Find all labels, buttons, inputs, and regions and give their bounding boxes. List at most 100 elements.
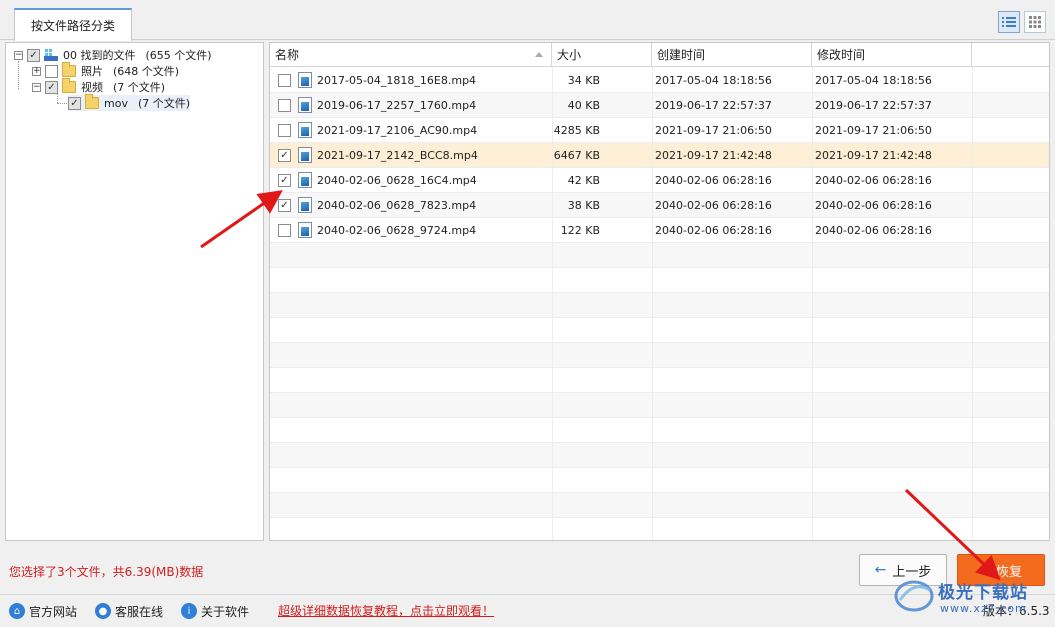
cell-size: 42 KB [567,174,600,187]
tree-label-videos: 视频 [81,81,103,94]
cell-name: 2019-06-17_2257_1760.mp4 [317,99,477,112]
cell-modified: 2021-09-17 21:06:50 [815,124,932,137]
column-size[interactable]: 大小 [552,43,652,67]
tree-item-mov[interactable]: ✓ mov (7 个文件) [68,94,191,111]
table-row[interactable]: 2040-02-06_0628_9724.mp4 122 KB 2040-02-06… [270,218,1049,243]
tree-count-root: (655 个文件) [145,49,212,62]
folder-tree: − ✓ 00 找到的文件 (655 个文件) + 照片 (648 个文件) − … [5,42,264,541]
column-divider [652,67,653,540]
cell-created: 2021-09-17 21:06:50 [655,124,772,137]
column-name-label: 名称 [275,48,300,62]
row-checkbox[interactable]: ✓ [278,174,291,187]
about-software-label: 关于软件 [201,604,250,619]
empty-row [270,418,1049,443]
empty-row [270,318,1049,343]
list-view-icon [1002,17,1016,27]
column-modified-label: 修改时间 [817,48,866,62]
tab-label: 按文件路径分类 [30,19,115,33]
tree-checkbox-photos[interactable] [45,64,58,78]
column-name[interactable]: 名称 [270,43,552,67]
row-checkbox[interactable]: ✓ [278,149,291,162]
about-software-link[interactable]: i 关于软件 [181,601,249,621]
chat-icon: ● [95,603,111,619]
tree-checkbox-root[interactable]: ✓ [27,48,40,62]
column-created[interactable]: 创建时间 [652,43,812,67]
list-view-button[interactable] [998,11,1020,33]
row-checkbox[interactable]: ✓ [278,199,291,212]
row-checkbox[interactable] [278,99,291,112]
empty-row [270,443,1049,468]
home-icon: ⌂ [9,603,25,619]
table-row[interactable]: ✓ 2040-02-06_0628_16C4.mp4 42 KB 2040-02-06… [270,168,1049,193]
expand-icon[interactable]: + [32,66,41,76]
tree-checkbox-videos[interactable]: ✓ [45,80,58,94]
tab-by-path[interactable]: 按文件路径分类 [14,8,132,41]
cell-size: 40 KB [567,99,600,112]
cell-name: 2017-05-04_1818_16E8.mp4 [317,74,477,87]
row-checkbox[interactable] [278,224,291,237]
column-divider [552,67,553,540]
cell-modified: 2040-02-06 06:28:16 [815,224,932,237]
table-row[interactable]: 2017-05-04_1818_16E8.mp4 34 KB 2017-05-04 … [270,68,1049,93]
cell-size: 122 KB [560,224,600,237]
empty-row [270,518,1049,540]
customer-service-link[interactable]: ● 客服在线 [95,601,163,621]
cell-modified: 2021-09-17 21:42:48 [815,149,932,162]
table-row[interactable]: 2019-06-17_2257_1760.mp4 40 KB 2019-06-17 … [270,93,1049,118]
tree-checkbox-mov[interactable]: ✓ [68,96,81,110]
folder-icon [85,94,99,109]
cell-name: 2040-02-06_0628_7823.mp4 [317,199,477,212]
info-icon: i [181,603,197,619]
sort-asc-icon [535,52,543,57]
column-modified[interactable]: 修改时间 [812,43,972,67]
customer-service-label: 客服在线 [115,604,164,619]
empty-row [270,468,1049,493]
column-size-label: 大小 [557,48,582,62]
video-file-icon [298,122,312,138]
tree-guide [18,61,19,89]
cell-name: 2021-09-17_2142_BCC8.mp4 [317,149,478,162]
cell-size: 34 KB [567,74,600,87]
empty-row [270,343,1049,368]
cell-name: 2021-09-17_2106_AC90.mp4 [317,124,478,137]
grid-view-button[interactable] [1024,11,1046,33]
column-divider [972,67,973,540]
table-row[interactable]: 2021-09-17_2106_AC90.mp4 4285 KB 2021-09-1… [270,118,1049,143]
arrow-left-icon: ← [874,562,887,578]
folder-icon [62,62,76,77]
video-file-icon [298,147,312,163]
video-file-icon [298,222,312,238]
row-checkbox[interactable] [278,74,291,87]
file-list: 名称 大小 创建时间 修改时间 2017-05-04_1818_16E8.mp4… [269,42,1050,541]
cell-created: 2040-02-06 06:28:16 [655,174,772,187]
grid-view-icon [1029,16,1041,28]
collapse-icon[interactable]: − [32,82,41,92]
cell-name: 2040-02-06_0628_16C4.mp4 [317,174,477,187]
selection-status: 您选择了3个文件，共6.39(MB)数据 [9,565,204,579]
collapse-icon[interactable]: − [14,50,23,60]
cell-modified: 2040-02-06 06:28:16 [815,199,932,212]
empty-row [270,368,1049,393]
watermark-url: www.xz7.com [940,602,1027,615]
cell-size: 38 KB [567,199,600,212]
empty-row [270,493,1049,518]
cell-created: 2017-05-04 18:18:56 [655,74,772,87]
table-row[interactable]: ✓ 2040-02-06_0628_7823.mp4 38 KB 2040-02-06… [270,193,1049,218]
tree-label-photos: 照片 [81,65,103,78]
folder-icon [62,78,76,93]
tree-item-photos[interactable]: + 照片 (648 个文件) [32,62,180,79]
video-file-icon [298,72,312,88]
tree-item-root[interactable]: − ✓ 00 找到的文件 (655 个文件) [14,47,212,63]
official-website-link[interactable]: ⌂ 官方网站 [9,601,77,621]
tree-count-photos: (648 个文件) [113,65,180,78]
empty-row [270,243,1049,268]
table-row[interactable]: ✓ 2021-09-17_2142_BCC8.mp4 6467 KB 2021-09-… [270,143,1049,168]
video-file-icon [298,197,312,213]
cell-size: 6467 KB [553,149,600,162]
top-strip: 按文件路径分类 [0,0,1055,41]
tree-item-videos[interactable]: − ✓ 视频 (7 个文件) [32,78,165,95]
row-checkbox[interactable] [278,124,291,137]
tutorial-promo-link[interactable]: 超级详细数据恢复教程，点击立即观看！ [278,602,494,619]
empty-row [270,393,1049,418]
list-header: 名称 大小 创建时间 修改时间 [270,43,1049,67]
